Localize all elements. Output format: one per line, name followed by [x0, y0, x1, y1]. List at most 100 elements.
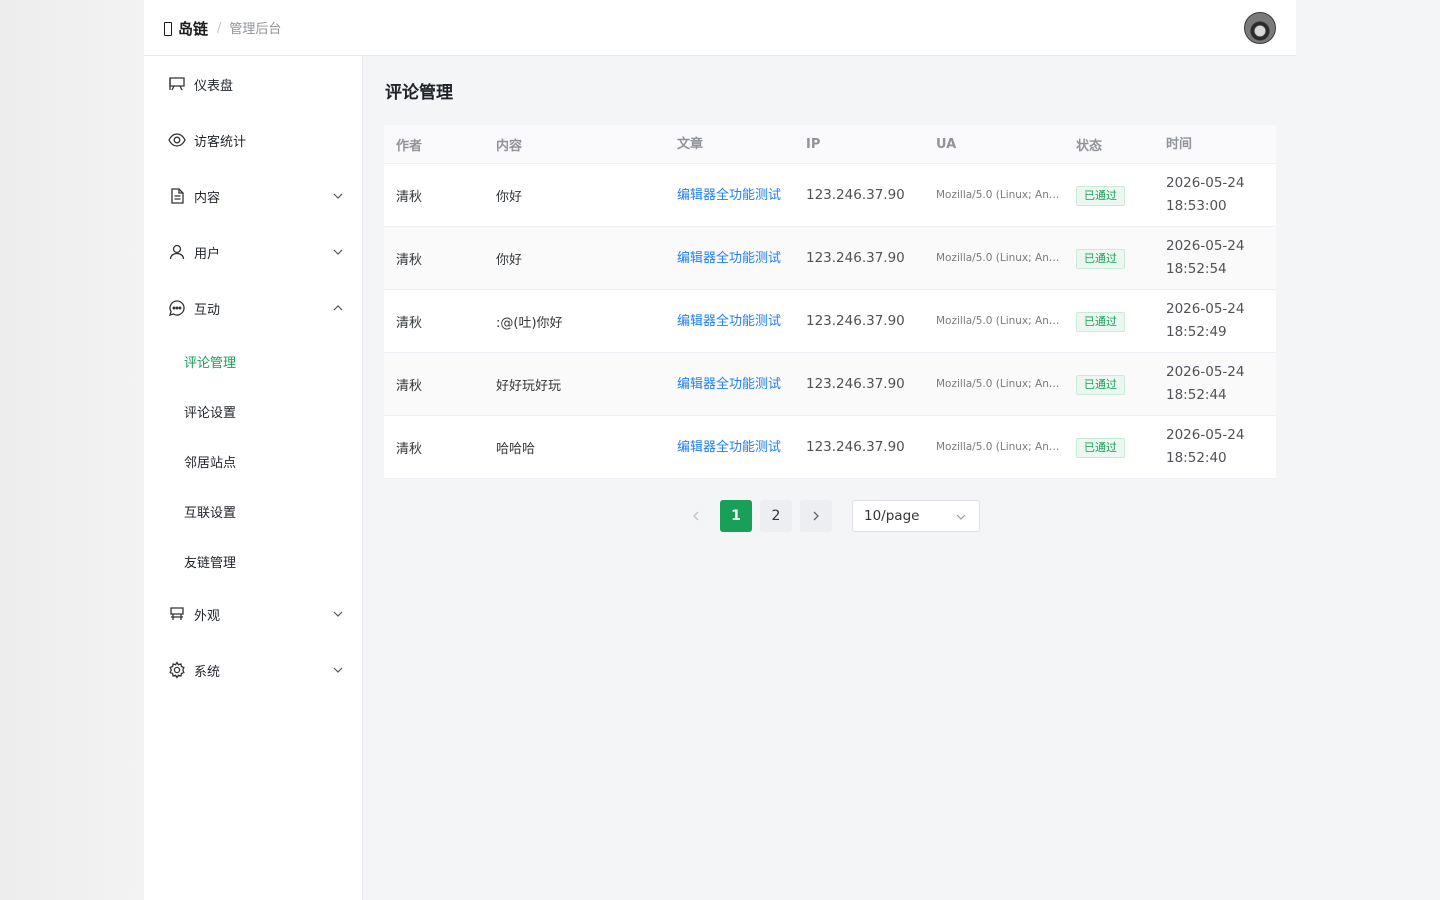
cell-time: 2026-05-24 18:52:54 — [1154, 235, 1276, 281]
sidebar-item-label: 内容 — [194, 190, 221, 206]
sidebar-item-dashboard[interactable]: 仪表盘 — [144, 56, 363, 112]
table-row[interactable]: 清秋 哈哈哈 编辑器全功能测试 123.246.37.90 Mozilla/5.… — [384, 416, 1276, 479]
cell-time: 2026-05-24 18:52:44 — [1154, 361, 1276, 407]
table-header: 作者 内容 文章 IP UA 状态 时间 — [384, 125, 1276, 164]
cell-status: 已通过 — [1064, 310, 1154, 332]
sidebar-item-label: 用户 — [194, 246, 221, 262]
cell-article-link[interactable]: 编辑器全功能测试 — [664, 436, 794, 459]
chevron-down-icon — [332, 608, 344, 620]
cell-ip: 123.246.37.90 — [806, 313, 905, 329]
cell-status: 已通过 — [1064, 247, 1154, 269]
table-row[interactable]: 清秋 :@(吐)你好 编辑器全功能测试 123.246.37.90 Mozill… — [384, 290, 1276, 353]
cell-date: 2026-05-24 — [1166, 427, 1245, 443]
cell-ua: Mozilla/5.0 (Linux; Android 10; K) — [936, 315, 1064, 327]
column-header-status[interactable]: 状态 — [1064, 135, 1154, 154]
breadcrumb-subtitle: 管理后台 — [229, 21, 282, 37]
cell-ip: 123.246.37.90 — [806, 439, 905, 455]
comments-table: 作者 内容 文章 IP UA 状态 时间 清秋 你好 编辑器全功能测试 123.… — [384, 125, 1276, 479]
user-avatar[interactable] — [1244, 12, 1276, 44]
sidebar-item-appearance[interactable]: 外观 — [144, 586, 363, 642]
pagination: 1 2 10/page — [680, 500, 980, 532]
cell-content: :@(吐)你好 — [496, 315, 563, 331]
appearance-icon — [168, 605, 186, 623]
sidebar-subitem-label: 互联设置 — [184, 505, 237, 521]
page-button-2[interactable]: 2 — [760, 500, 792, 532]
prev-page-button[interactable] — [680, 500, 712, 532]
user-icon — [168, 243, 186, 261]
eye-icon — [168, 131, 186, 149]
table-row[interactable]: 清秋 你好 编辑器全功能测试 123.246.37.90 Mozilla/5.0… — [384, 164, 1276, 227]
cell-status: 已通过 — [1064, 373, 1154, 395]
sidebar-item-users[interactable]: 用户 — [144, 224, 363, 280]
cell-author: 清秋 — [396, 315, 423, 331]
sidebar-subitem-interlink-settings[interactable]: 互联设置 — [144, 486, 363, 536]
chevron-left-icon — [693, 511, 699, 521]
cell-author: 清秋 — [396, 441, 423, 457]
sidebar-item-interaction[interactable]: 互动 — [144, 280, 363, 336]
chat-icon — [168, 299, 186, 317]
sidebar-subitem-comment-settings[interactable]: 评论设置 — [144, 386, 363, 436]
top-header: 岛链 / 管理后台 — [144, 0, 1296, 56]
page-size-select[interactable]: 10/page — [852, 500, 980, 532]
sidebar: 仪表盘 访客统计 内容 用户 互动 评论管理 评论设置 邻居站点 互联设置 友链… — [144, 56, 363, 900]
cell-author: 清秋 — [396, 189, 423, 205]
cell-article-link[interactable]: 编辑器全功能测试 — [664, 310, 794, 333]
sidebar-subitem-neighbor-sites[interactable]: 邻居站点 — [144, 436, 363, 486]
page-title: 评论管理 — [385, 83, 453, 103]
column-header-time[interactable]: 时间 — [1154, 133, 1276, 156]
cell-content: 好好玩好玩 — [496, 378, 562, 394]
cell-status: 已通过 — [1064, 184, 1154, 206]
status-badge: 已通过 — [1076, 375, 1125, 395]
chevron-up-icon — [332, 302, 344, 314]
cell-article-link[interactable]: 编辑器全功能测试 — [664, 184, 794, 207]
cell-ip: 123.246.37.90 — [806, 187, 905, 203]
cell-author: 清秋 — [396, 252, 423, 268]
cell-date: 2026-05-24 — [1166, 175, 1245, 191]
breadcrumb-separator: / — [217, 20, 222, 36]
chevron-down-icon — [332, 246, 344, 258]
sidebar-item-label: 外观 — [194, 608, 221, 624]
column-header-author[interactable]: 作者 — [384, 135, 484, 154]
cell-status: 已通过 — [1064, 436, 1154, 458]
cell-content: 你好 — [496, 189, 523, 205]
sidebar-item-content[interactable]: 内容 — [144, 168, 363, 224]
sidebar-item-label: 访客统计 — [194, 134, 247, 150]
sidebar-item-system[interactable]: 系统 — [144, 642, 363, 698]
dashboard-icon — [168, 75, 186, 93]
brand[interactable]: 岛链 / 管理后台 — [164, 16, 281, 40]
cell-content: 哈哈哈 — [496, 441, 536, 457]
cell-content: 你好 — [496, 252, 523, 268]
sidebar-item-visitors[interactable]: 访客统计 — [144, 112, 363, 168]
column-header-ua[interactable]: UA — [924, 137, 1064, 152]
cell-ua: Mozilla/5.0 (Linux; Android 10; K) — [936, 252, 1064, 264]
sidebar-item-label: 系统 — [194, 664, 221, 680]
document-icon — [168, 187, 186, 205]
cell-clock: 18:52:49 — [1166, 324, 1227, 340]
status-badge: 已通过 — [1076, 312, 1125, 332]
cell-ua: Mozilla/5.0 (Linux; Android 10; K) — [936, 441, 1064, 453]
cell-ua: Mozilla/5.0 (Linux; Android 10; K) — [936, 189, 1064, 201]
sidebar-subitem-friend-links[interactable]: 友链管理 — [144, 536, 363, 586]
table-row[interactable]: 清秋 好好玩好玩 编辑器全功能测试 123.246.37.90 Mozilla/… — [384, 353, 1276, 416]
cell-time: 2026-05-24 18:52:40 — [1154, 424, 1276, 470]
sidebar-subitem-label: 评论管理 — [184, 355, 237, 371]
sidebar-subitem-label: 邻居站点 — [184, 455, 237, 471]
chevron-down-icon — [955, 511, 967, 523]
cell-article-link[interactable]: 编辑器全功能测试 — [664, 373, 794, 396]
sidebar-subitem-label: 友链管理 — [184, 555, 237, 571]
cell-ip: 123.246.37.90 — [806, 376, 905, 392]
sidebar-subitem-comment-management[interactable]: 评论管理 — [144, 336, 363, 386]
cell-date: 2026-05-24 — [1166, 301, 1245, 317]
next-page-button[interactable] — [800, 500, 832, 532]
cell-clock: 18:53:00 — [1166, 198, 1227, 214]
sidebar-item-label: 互动 — [194, 302, 221, 318]
table-row[interactable]: 清秋 你好 编辑器全功能测试 123.246.37.90 Mozilla/5.0… — [384, 227, 1276, 290]
status-badge: 已通过 — [1076, 186, 1125, 206]
brand-name: 岛链 — [178, 19, 209, 38]
page-button-1[interactable]: 1 — [720, 500, 752, 532]
page-size-value: 10/page — [864, 508, 920, 524]
column-header-ip[interactable]: IP — [794, 137, 924, 152]
column-header-article[interactable]: 文章 — [664, 133, 794, 156]
cell-article-link[interactable]: 编辑器全功能测试 — [664, 247, 794, 270]
column-header-content[interactable]: 内容 — [484, 135, 664, 154]
